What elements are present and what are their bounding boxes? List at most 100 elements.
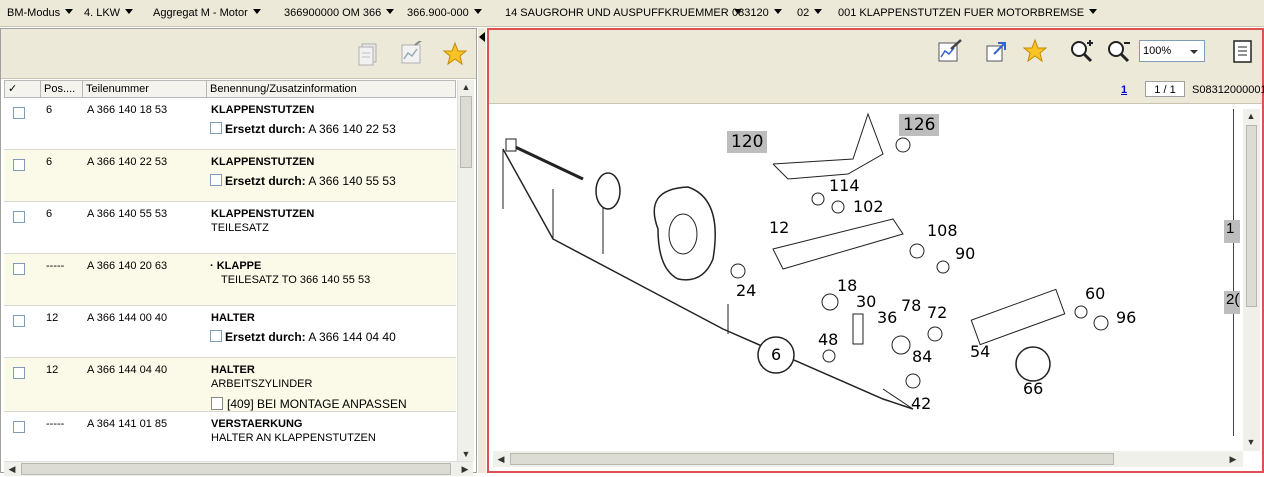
callout-120[interactable]: 120 (727, 131, 768, 153)
breadcrumb-variant[interactable]: 02 (797, 7, 823, 21)
scrollbar-thumb[interactable] (510, 453, 1114, 465)
replaced-checkbox[interactable] (210, 174, 222, 186)
note-text: [409] BEI MONTAGE ANPASSEN (227, 397, 407, 411)
vertical-scrollbar[interactable]: ▲ ▼ (1243, 109, 1260, 451)
breadcrumb-mode[interactable]: BM-Modus (7, 7, 74, 21)
scroll-right-icon[interactable]: ▶ (1225, 452, 1241, 466)
breadcrumb-subgroup[interactable]: 083120 (732, 7, 782, 21)
breadcrumb-group[interactable]: 14 SAUGROHR UND AUSPUFFKRUEMMER (505, 7, 742, 21)
horizontal-scrollbar[interactable]: ◀ ▶ (4, 461, 473, 476)
chevron-down-icon[interactable] (1190, 50, 1198, 54)
add-to-list-icon[interactable] (356, 41, 382, 67)
callout-114[interactable]: 114 (829, 176, 860, 195)
row-checkbox[interactable] (13, 315, 25, 327)
table-row[interactable]: 12 A 366 144 00 40 HALTER Ersetzt durch:… (4, 306, 456, 358)
callout-42[interactable]: 42 (911, 394, 931, 413)
edge-callout[interactable]: 1 (1224, 220, 1240, 243)
table-row[interactable]: 6 A 366 140 22 53 KLAPPENSTUTZEN Ersetzt… (4, 150, 456, 202)
zoom-select[interactable]: 100% (1139, 40, 1205, 62)
callout-96[interactable]: 96 (1116, 308, 1136, 327)
callout-12[interactable]: 12 (769, 218, 789, 237)
callout-36[interactable]: 36 (877, 308, 897, 327)
replaced-checkbox[interactable] (210, 122, 222, 134)
callout-102[interactable]: 102 (853, 197, 884, 216)
replaced-part-number[interactable]: A 366 140 22 53 (308, 122, 395, 136)
breadcrumb-page[interactable]: 001 KLAPPENSTUTZEN FUER MOTORBREMSE (838, 7, 1098, 21)
replaced-part-number[interactable]: A 366 140 55 53 (308, 174, 395, 188)
vertical-scrollbar[interactable]: ▲ ▼ (457, 80, 474, 461)
breadcrumb-label: 4. LKW (84, 7, 121, 19)
callout-126[interactable]: 126 (899, 114, 940, 136)
pane-splitter[interactable] (478, 28, 486, 473)
row-checkbox[interactable] (13, 107, 25, 119)
callout-108[interactable]: 108 (927, 221, 958, 240)
callout-90[interactable]: 90 (955, 244, 975, 263)
callout-54[interactable]: 54 (970, 342, 990, 361)
scrollbar-thumb[interactable] (21, 463, 451, 475)
table-row[interactable]: ----- A 366 140 20 63 · KLAPPE TEILESATZ… (4, 254, 456, 306)
callout-72[interactable]: 72 (927, 303, 947, 322)
callout-84[interactable]: 84 (912, 347, 932, 366)
scrollbar-thumb[interactable] (460, 96, 472, 168)
zoom-out-icon[interactable] (1106, 39, 1132, 65)
zoom-in-icon[interactable] (1069, 39, 1095, 65)
page-link[interactable]: 1 (1121, 84, 1127, 96)
table-row[interactable]: 6 A 366 140 55 53 KLAPPENSTUTZEN TEILESA… (4, 202, 456, 254)
scroll-down-icon[interactable]: ▼ (1243, 435, 1259, 449)
image-id: S08312000001 (1192, 84, 1264, 96)
horizontal-scrollbar[interactable]: ◀ ▶ (493, 451, 1243, 467)
callout-30[interactable]: 30 (856, 292, 876, 311)
row-checkbox[interactable] (13, 367, 25, 379)
favorite-star-icon[interactable] (1022, 38, 1048, 64)
callout-24[interactable]: 24 (736, 281, 756, 300)
favorite-star-icon[interactable] (442, 41, 468, 67)
callout-48[interactable]: 48 (818, 330, 838, 349)
document-icon[interactable] (1230, 39, 1256, 65)
position-cell: 6 (46, 104, 53, 116)
callout-66[interactable]: 66 (1023, 379, 1043, 398)
part-name: KLAPPENSTUTZEN (211, 156, 315, 168)
row-checkbox[interactable] (13, 421, 25, 433)
row-checkbox[interactable] (13, 159, 25, 171)
callout-6[interactable]: 6 (771, 345, 781, 364)
column-header-partno[interactable]: Teilenummer (83, 81, 207, 97)
scroll-left-icon[interactable]: ◀ (493, 452, 509, 466)
edit-list-icon[interactable] (399, 38, 425, 67)
callout-78[interactable]: 78 (901, 296, 921, 315)
part-name: HALTER (211, 312, 255, 324)
exploded-view-drawing[interactable]: 120 126 114 102 12 108 90 24 18 30 78 72… (493, 109, 1234, 436)
breadcrumb-label: 366.900-000 (407, 7, 469, 19)
drawing-canvas (502, 112, 1109, 410)
scroll-right-icon[interactable]: ▶ (457, 462, 473, 476)
open-external-icon[interactable] (984, 39, 1010, 65)
column-header-check[interactable]: ✓ (5, 81, 41, 97)
document-icon[interactable] (211, 397, 223, 410)
breadcrumb-vehicle-class[interactable]: 4. LKW (84, 7, 134, 21)
breadcrumb-model[interactable]: 366.900-000 (407, 7, 482, 21)
row-checkbox[interactable] (13, 263, 25, 275)
scroll-down-icon[interactable]: ▼ (458, 447, 474, 461)
chevron-down-icon (252, 9, 261, 14)
callout-18[interactable]: 18 (837, 276, 857, 295)
breadcrumb-aggregate[interactable]: Aggregat M - Motor (153, 7, 261, 21)
table-row[interactable]: ----- A 364 141 01 85 VERSTAERKUNG HALTE… (4, 412, 456, 461)
table-row[interactable]: 12 A 366 144 04 40 HALTER ARBEITSZYLINDE… (4, 358, 456, 412)
column-header-pos[interactable]: Pos.... (41, 81, 83, 97)
position-cell: ----- (46, 260, 65, 272)
scroll-up-icon[interactable]: ▲ (458, 80, 474, 94)
parts-list-toolbar (1, 29, 476, 79)
column-header-description[interactable]: Benennung/Zusatzinformation (207, 81, 457, 97)
replaced-checkbox[interactable] (210, 330, 222, 342)
callout-60[interactable]: 60 (1085, 284, 1105, 303)
row-checkbox[interactable] (13, 211, 25, 223)
breadcrumb-engine[interactable]: 366900000 OM 366 (284, 7, 395, 21)
breadcrumb-label: Aggregat M - Motor (153, 7, 248, 19)
scroll-left-icon[interactable]: ◀ (4, 462, 20, 476)
collapse-left-icon[interactable] (479, 32, 485, 42)
replaced-part-number[interactable]: A 366 144 04 40 (308, 330, 395, 344)
edge-callout[interactable]: 2( (1224, 291, 1240, 314)
table-row[interactable]: 6 A 366 140 18 53 KLAPPENSTUTZEN Ersetzt… (4, 98, 456, 150)
edit-drawing-icon[interactable] (937, 39, 963, 65)
scrollbar-thumb[interactable] (1246, 125, 1257, 307)
scroll-up-icon[interactable]: ▲ (1243, 109, 1259, 123)
